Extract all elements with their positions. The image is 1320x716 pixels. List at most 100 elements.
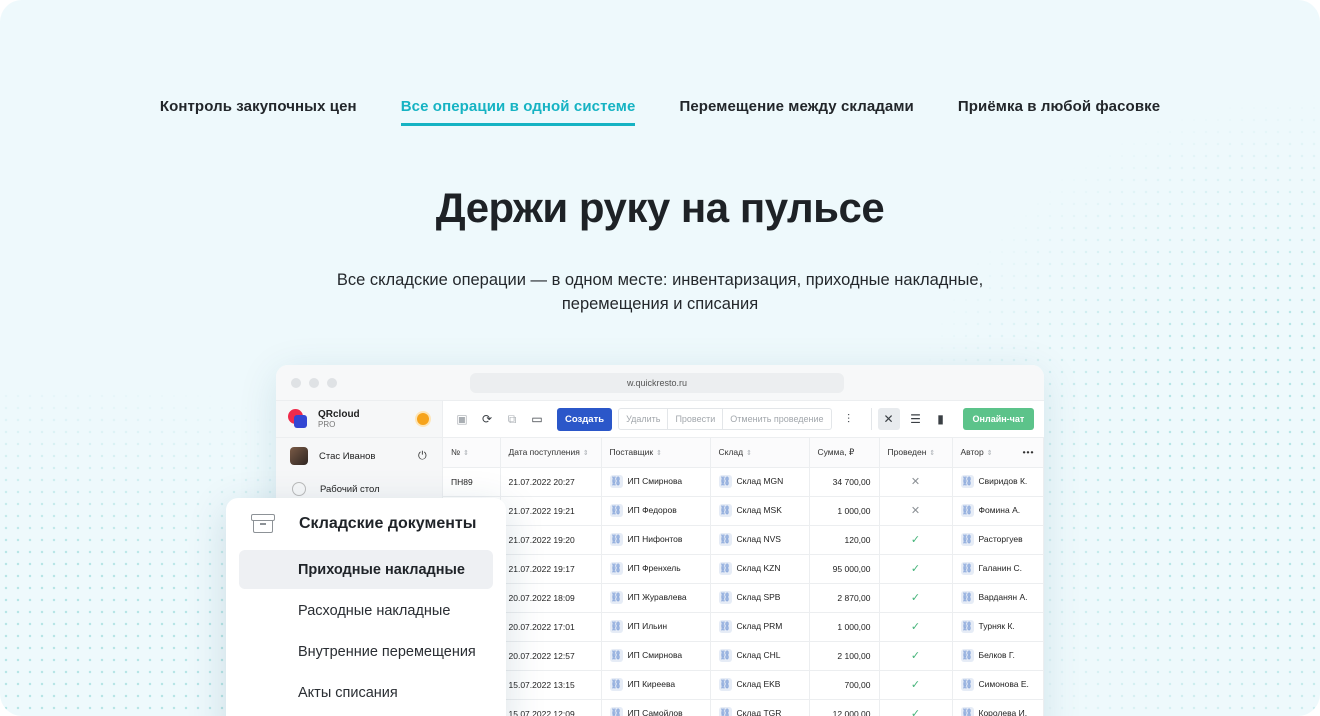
- table-row[interactable]: 15.07.2022 12:09 ⛓ ИП Самойлов ⛓ Склад TGR 12…: [443, 699, 1044, 716]
- link-icon[interactable]: ⛓: [960, 591, 974, 604]
- link-icon[interactable]: ⛓: [609, 620, 623, 633]
- post-button[interactable]: Провести: [668, 409, 724, 429]
- tools-icon[interactable]: ✕: [877, 408, 900, 430]
- link-icon[interactable]: ⛓: [718, 591, 732, 604]
- delete-button[interactable]: Удалить: [619, 409, 669, 429]
- cell-supplier[interactable]: ⛓ ИП Смирнова: [601, 641, 711, 671]
- cell-supplier[interactable]: ⛓ ИП Френхель: [601, 554, 711, 584]
- online-chat-button[interactable]: Онлайн-чат: [962, 408, 1035, 430]
- cell-author[interactable]: ⛓ Белков Г.: [952, 641, 1044, 671]
- cell-warehouse[interactable]: ⛓ Склад NVS: [710, 525, 810, 555]
- cell-author[interactable]: ⛓ Турняк К.: [952, 612, 1044, 642]
- link-icon[interactable]: ⛓: [960, 620, 974, 633]
- link-icon[interactable]: ⛓: [960, 707, 974, 716]
- link-icon[interactable]: ⛓: [718, 707, 732, 716]
- link-icon[interactable]: ⛓: [960, 504, 974, 517]
- unpost-button[interactable]: Отменить проведение: [723, 409, 830, 429]
- list-icon[interactable]: ☰: [907, 410, 925, 428]
- table-row[interactable]: ПН89 21.07.2022 20:27 ⛓ ИП Смирнова ⛓ Склад M…: [443, 467, 1044, 497]
- link-icon[interactable]: ⛓: [718, 504, 732, 517]
- menu-item-internal-transfers[interactable]: Внутренние перемещения: [239, 632, 493, 671]
- column-posted[interactable]: Проведен ⇕: [879, 438, 953, 468]
- link-icon[interactable]: ⛓: [718, 533, 732, 546]
- theme-sun-icon[interactable]: [417, 413, 429, 425]
- table-row[interactable]: 21.07.2022 19:17 ⛓ ИП Френхель ⛓ Склад KZN 95…: [443, 554, 1044, 584]
- cell-warehouse[interactable]: ⛓ Склад KZN: [710, 554, 810, 584]
- cell-author[interactable]: ⛓ Королева И.: [952, 699, 1044, 716]
- link-icon[interactable]: ⛓: [960, 649, 974, 662]
- sort-icon: ⇕: [929, 450, 936, 458]
- more-icon[interactable]: •••: [1023, 447, 1035, 457]
- menu-item-incoming-invoices[interactable]: Приходные накладные: [239, 550, 493, 589]
- cell-author[interactable]: ⛓ Галанин С.: [952, 554, 1044, 584]
- check-icon: ✓: [910, 708, 921, 716]
- column-supplier[interactable]: Поставщик ⇕: [601, 438, 711, 468]
- column-warehouse[interactable]: Склад ⇕: [710, 438, 810, 468]
- cell-author[interactable]: ⛓ Расторгуев: [952, 525, 1044, 555]
- link-icon[interactable]: ⛓: [609, 707, 623, 716]
- cell-supplier[interactable]: ⛓ ИП Самойлов: [601, 699, 711, 716]
- cell-warehouse[interactable]: ⛓ Склад TGR: [710, 699, 810, 716]
- cell-supplier[interactable]: ⛓ ИП Федоров: [601, 496, 711, 526]
- link-icon[interactable]: ⛓: [718, 475, 732, 488]
- column-date[interactable]: Дата поступления ⇕: [500, 438, 602, 468]
- copy-icon[interactable]: ⧉: [503, 410, 521, 428]
- tab-receiving[interactable]: Приёмка в любой фасовке: [958, 98, 1160, 126]
- page-title: Держи руку на пульсе: [435, 184, 885, 231]
- column-sum[interactable]: Сумма, ₽: [809, 438, 880, 468]
- cell-supplier[interactable]: ⛓ ИП Киреева: [601, 670, 711, 700]
- link-icon[interactable]: ⛓: [609, 504, 623, 517]
- link-icon[interactable]: ⛓: [609, 475, 623, 488]
- table-row[interactable]: 21.07.2022 19:21 ⛓ ИП Федоров ⛓ Склад MSK 1 0…: [443, 496, 1044, 526]
- cell-supplier[interactable]: ⛓ ИП Смирнова: [601, 467, 711, 497]
- menu-item-outgoing-invoices[interactable]: Расходные накладные: [239, 591, 493, 630]
- menu-item-write-off-acts[interactable]: Акты списания: [239, 673, 493, 712]
- tab-all-operations[interactable]: Все операции в одной системе: [400, 98, 636, 126]
- cell-warehouse[interactable]: ⛓ Склад SPB: [710, 583, 810, 613]
- link-icon[interactable]: ⛓: [609, 678, 623, 691]
- save-icon[interactable]: ▣: [453, 410, 471, 428]
- brand-plan: PRO: [318, 420, 336, 429]
- link-icon[interactable]: ⛓: [609, 562, 623, 575]
- filters-icon[interactable]: ⫶: [840, 410, 858, 428]
- link-icon[interactable]: ⛓: [718, 562, 732, 575]
- table-row[interactable]: 20.07.2022 18:09 ⛓ ИП Журавлева ⛓ Склад SPB 2…: [443, 583, 1044, 613]
- table-row[interactable]: 20.07.2022 12:57 ⛓ ИП Смирнова ⛓ Склад CHL 2 …: [443, 641, 1044, 671]
- column-author[interactable]: Автор ⇕ •••: [952, 438, 1044, 468]
- column-number[interactable]: № ⇕: [443, 438, 501, 468]
- address-bar[interactable]: w.quickresto.ru: [470, 373, 844, 393]
- cell-supplier[interactable]: ⛓ ИП Нифонтов: [601, 525, 711, 555]
- power-icon[interactable]: ⏻: [418, 450, 427, 463]
- refresh-icon[interactable]: ⟳: [478, 410, 496, 428]
- cell-supplier[interactable]: ⛓ ИП Журавлева: [601, 583, 711, 613]
- cell-warehouse[interactable]: ⛓ Склад PRM: [710, 612, 810, 642]
- cell-warehouse[interactable]: ⛓ Склад MGN: [710, 467, 810, 497]
- create-button[interactable]: Создать: [557, 407, 613, 431]
- cell-supplier[interactable]: ⛓ ИП Ильин: [601, 612, 711, 642]
- table-row[interactable]: 15.07.2022 13:15 ⛓ ИП Киреева ⛓ Склад EKB 700…: [443, 670, 1044, 700]
- cell-warehouse[interactable]: ⛓ Склад EKB: [710, 670, 810, 700]
- cell-author[interactable]: ⛓ Свиридов К.: [952, 467, 1044, 497]
- cell-warehouse[interactable]: ⛓ Склад MSK: [710, 496, 810, 526]
- link-icon[interactable]: ⛓: [609, 533, 623, 546]
- cell-author[interactable]: ⛓ Фомина А.: [952, 496, 1044, 526]
- table-row[interactable]: 21.07.2022 19:20 ⛓ ИП Нифонтов ⛓ Склад NVS 12…: [443, 525, 1044, 555]
- link-icon[interactable]: ⛓: [960, 475, 974, 488]
- trash-icon[interactable]: ▮: [932, 410, 950, 428]
- tab-warehouse-transfer[interactable]: Перемещение между складами: [679, 98, 913, 126]
- cell-author[interactable]: ⛓ Симонова Е.: [952, 670, 1044, 700]
- tab-purchase-prices[interactable]: Контроль закупочных цен: [160, 98, 357, 126]
- cell-author[interactable]: ⛓ Варданян А.: [952, 583, 1044, 613]
- cell-warehouse[interactable]: ⛓ Склад CHL: [710, 641, 810, 671]
- link-icon[interactable]: ⛓: [960, 678, 974, 691]
- table-row[interactable]: 20.07.2022 17:01 ⛓ ИП Ильин ⛓ Склад PRM 1 000…: [443, 612, 1044, 642]
- link-icon[interactable]: ⛓: [718, 678, 732, 691]
- link-icon[interactable]: ⛓: [960, 533, 974, 546]
- cell-sum: 120,00: [809, 525, 880, 555]
- link-icon[interactable]: ⛓: [609, 591, 623, 604]
- link-icon[interactable]: ⛓: [609, 649, 623, 662]
- link-icon[interactable]: ⛓: [718, 620, 732, 633]
- inbox-icon[interactable]: ▭: [528, 410, 546, 428]
- link-icon[interactable]: ⛓: [960, 562, 974, 575]
- link-icon[interactable]: ⛓: [718, 649, 732, 662]
